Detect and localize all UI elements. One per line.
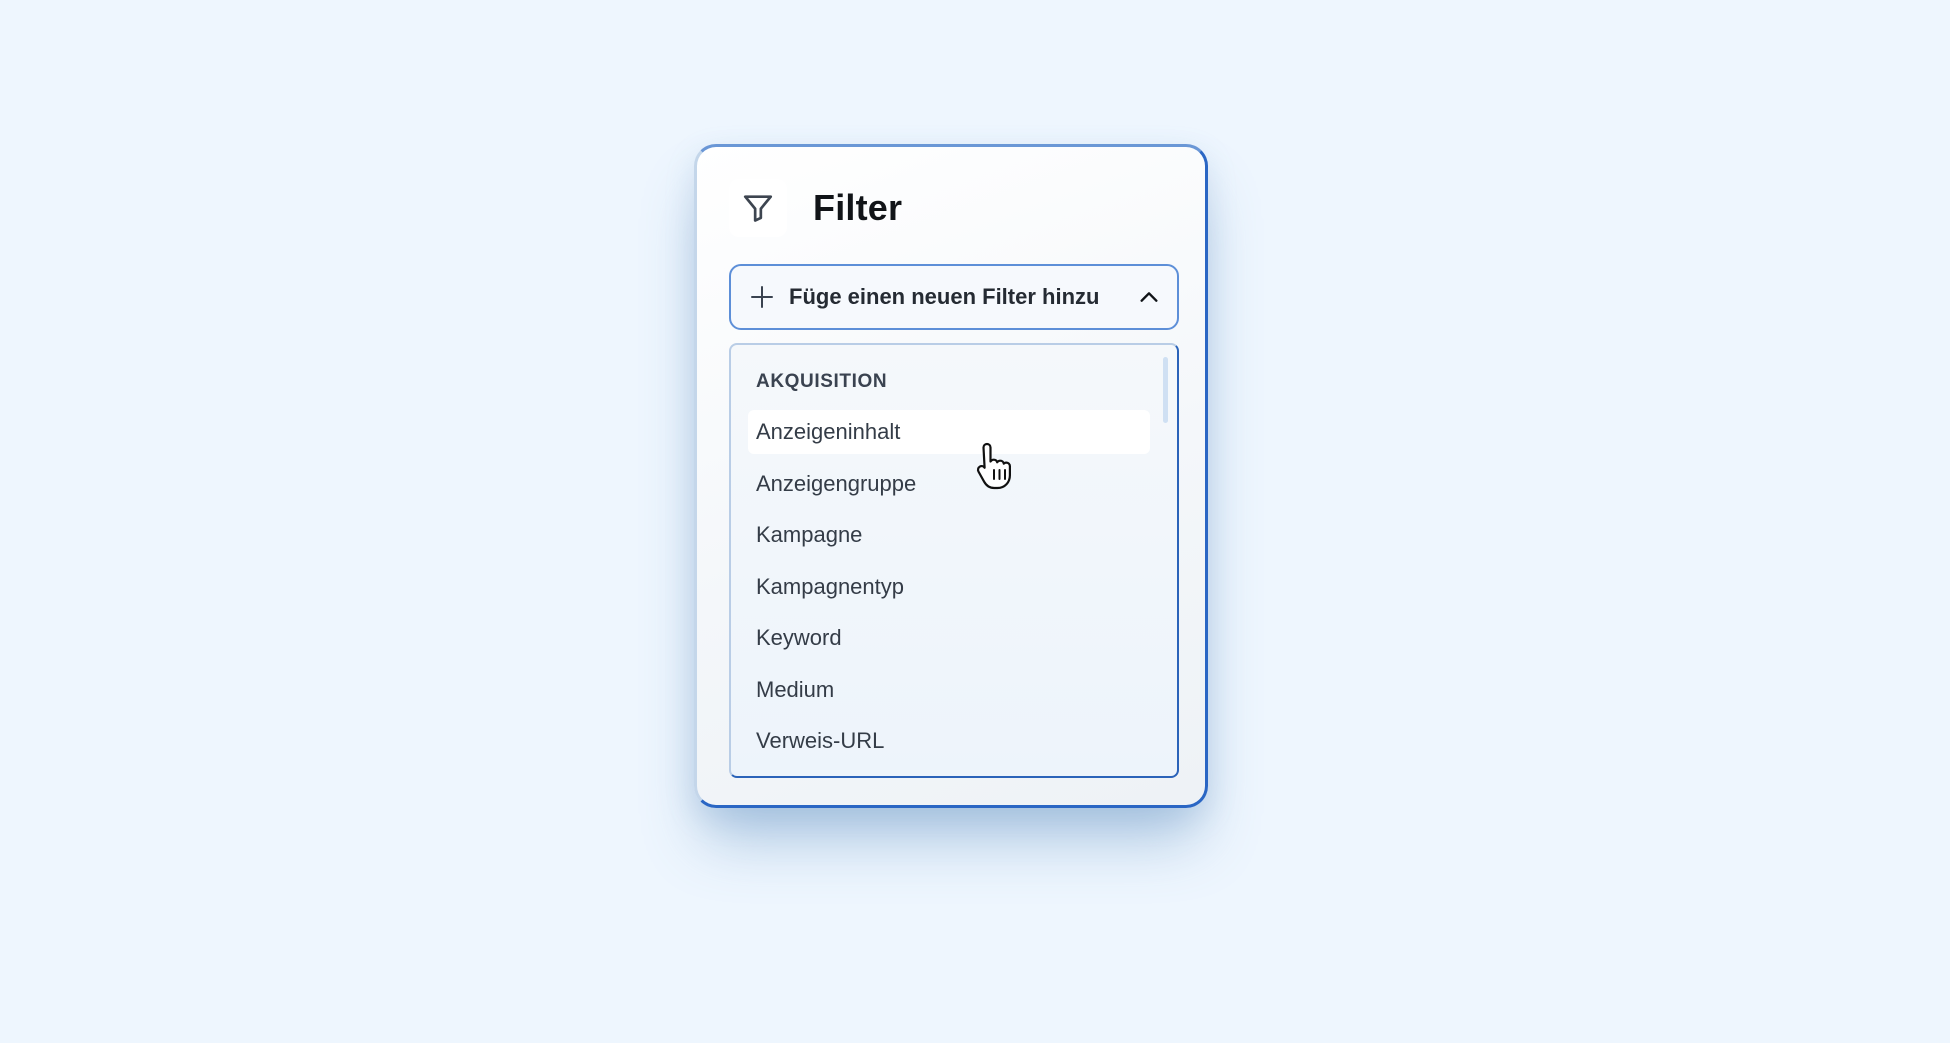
dropdown-scrollbar[interactable] <box>1163 357 1168 423</box>
option-keyword[interactable]: Keyword <box>748 616 1150 660</box>
chevron-up-icon <box>1137 285 1161 309</box>
add-filter-button[interactable]: Füge einen neuen Filter hinzu <box>729 264 1179 330</box>
page: Filter Füge einen neuen Filter hinzu AKQ… <box>0 0 1950 1043</box>
filter-icon <box>729 179 787 237</box>
filter-panel: Filter Füge einen neuen Filter hinzu AKQ… <box>694 144 1208 808</box>
plus-icon <box>749 284 775 310</box>
option-verweis-url[interactable]: Verweis-URL <box>748 719 1150 763</box>
option-anzeigeninhalt[interactable]: Anzeigeninhalt <box>748 410 1150 454</box>
panel-title: Filter <box>813 187 903 228</box>
add-filter-label: Füge einen neuen Filter hinzu <box>789 284 1100 309</box>
panel-header: Filter <box>729 179 902 237</box>
option-anzeigengruppe[interactable]: Anzeigengruppe <box>748 462 1150 506</box>
option-group-header: AKQUISITION <box>756 371 888 392</box>
option-kampagnentyp[interactable]: Kampagnentyp <box>748 565 1150 609</box>
option-medium[interactable]: Medium <box>748 668 1150 712</box>
filter-options-dropdown[interactable]: AKQUISITION Anzeigeninhalt Anzeigengrupp… <box>729 343 1179 778</box>
option-kampagne[interactable]: Kampagne <box>748 513 1150 557</box>
